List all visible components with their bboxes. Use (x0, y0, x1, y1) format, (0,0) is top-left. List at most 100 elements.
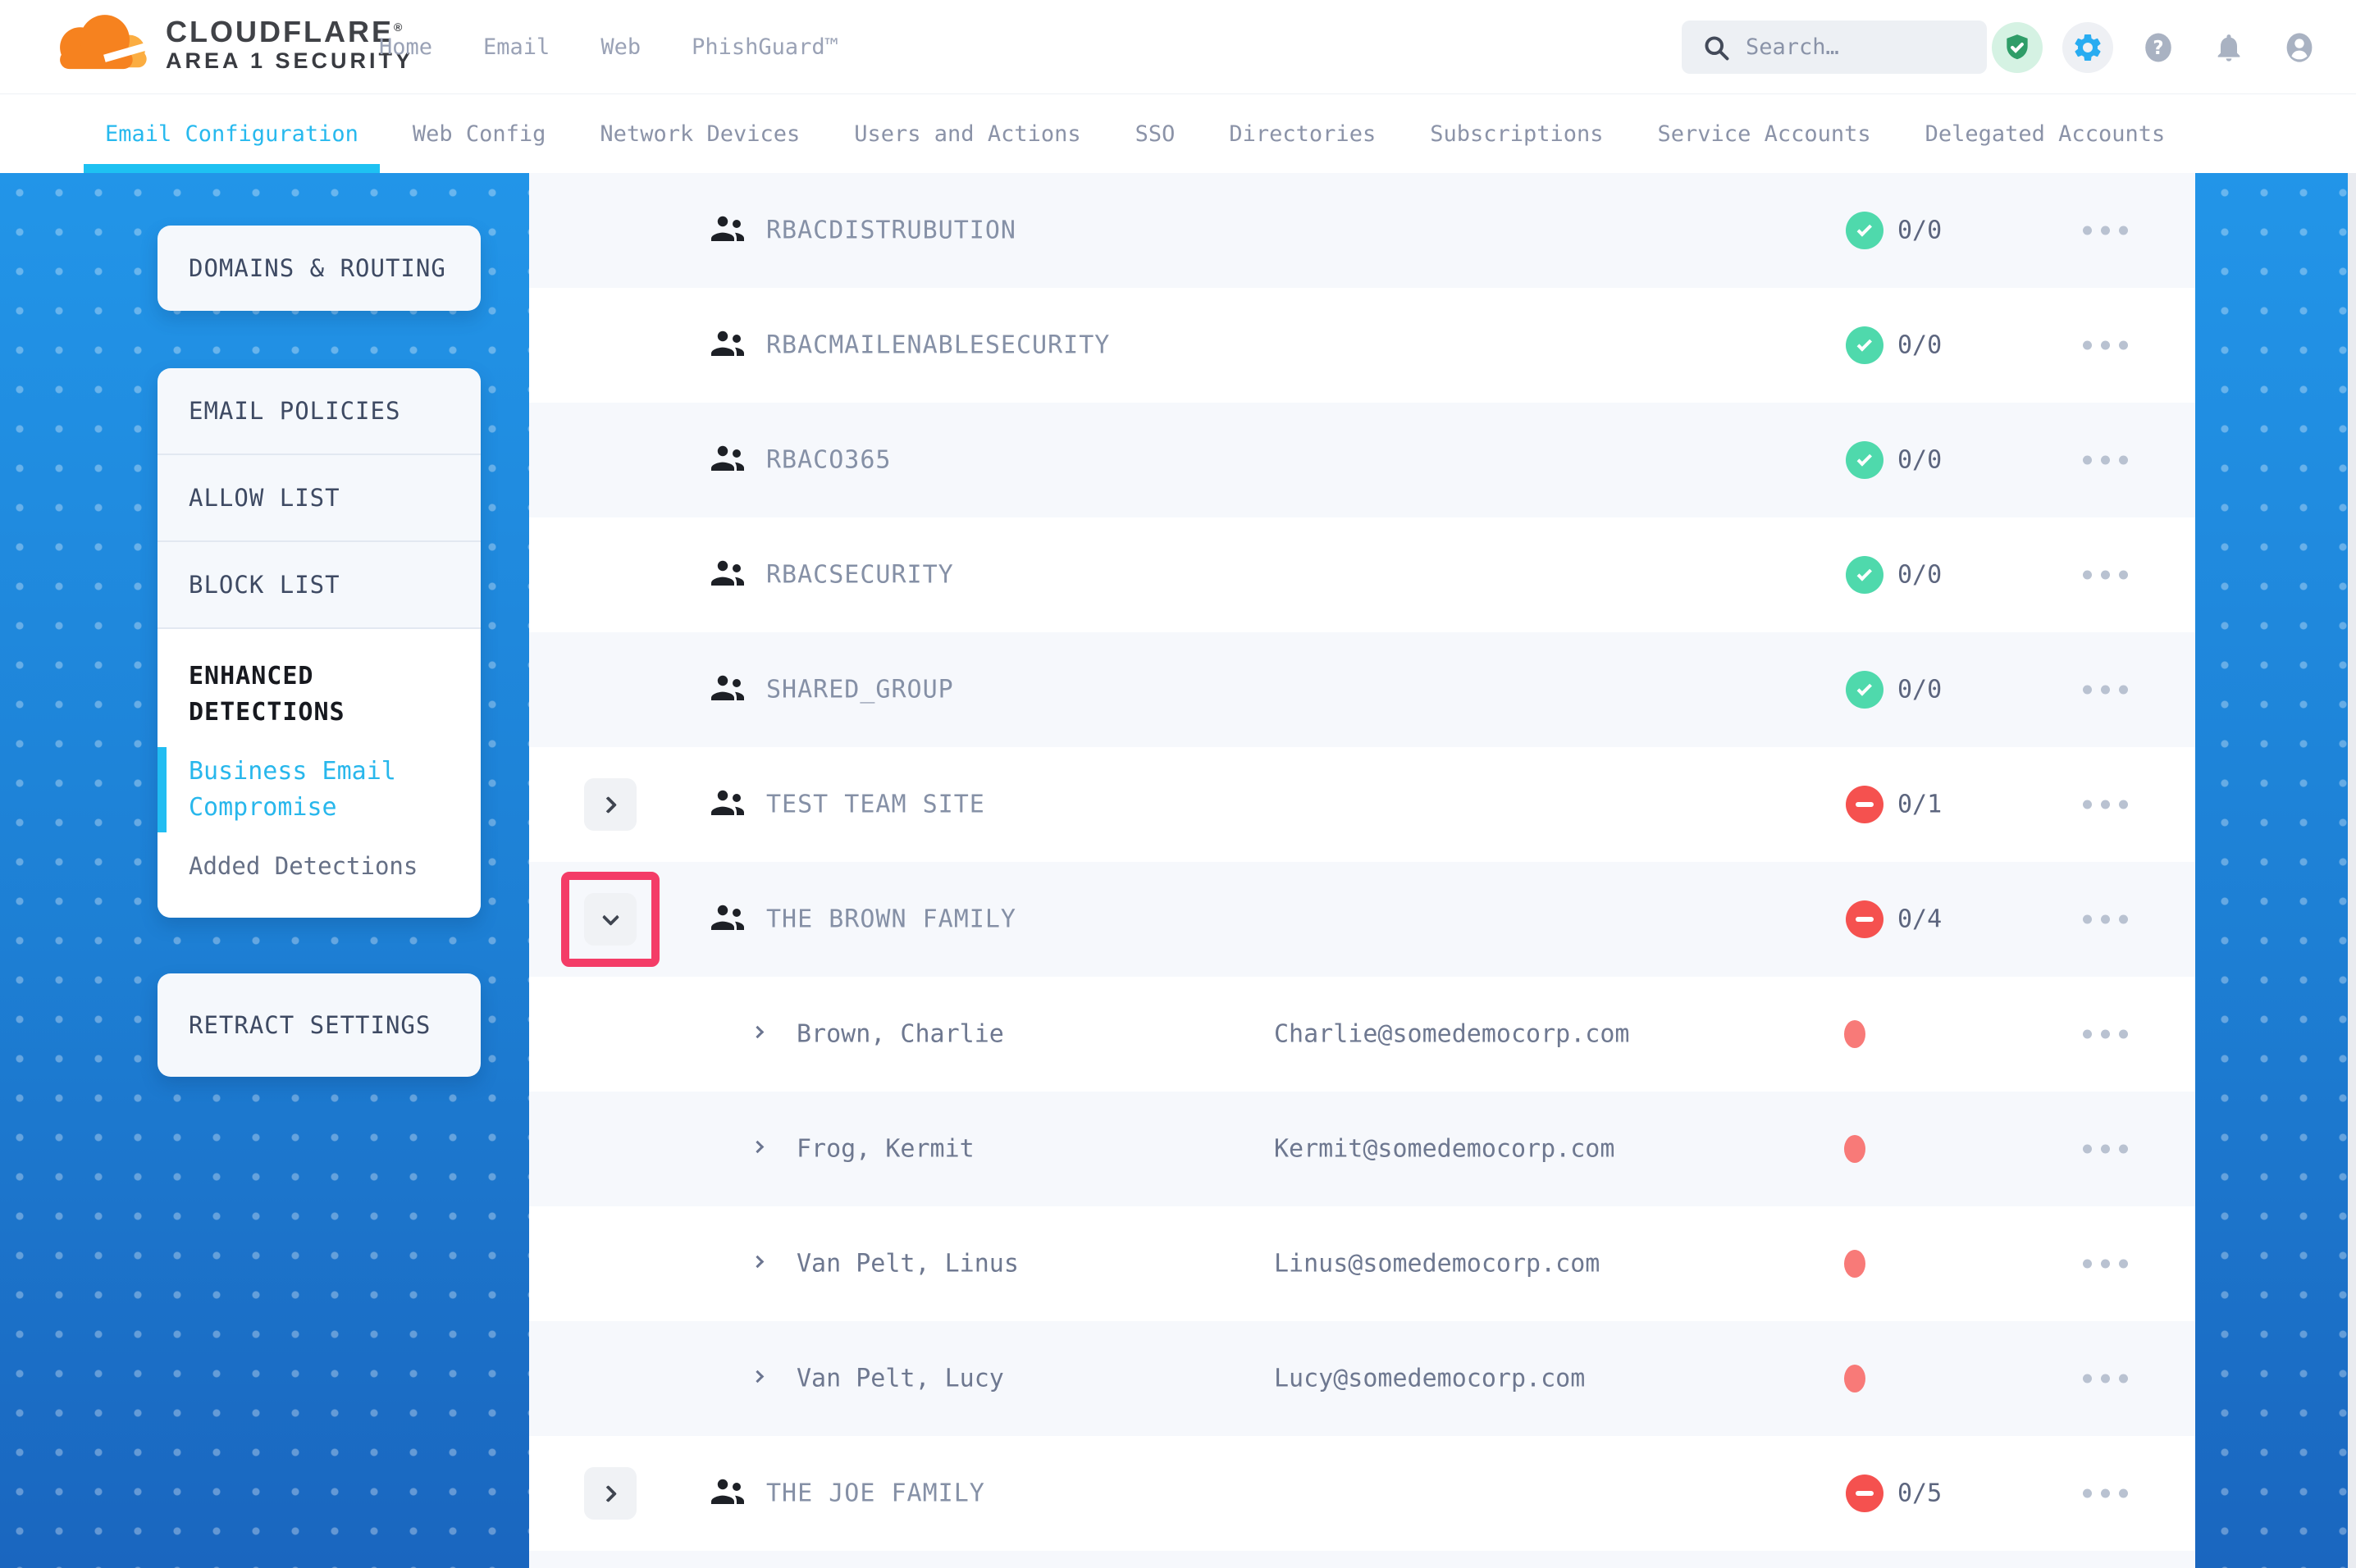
ellipsis-dot (2083, 1260, 2092, 1269)
group-name: SHARED_GROUP (766, 676, 954, 704)
nav-item-email[interactable]: Email (483, 34, 550, 60)
cloudflare-logo: CLOUDFLARE® AREA 1 SECURITY (48, 10, 413, 79)
sidebar-item-domains-routing[interactable]: DOMAINS & ROUTING (158, 226, 481, 311)
sidebar-item-added-detections[interactable]: Added Detections (189, 852, 450, 880)
check-icon (1856, 681, 1871, 695)
ellipsis-dot (2101, 1374, 2110, 1383)
member-count: 0/0 (1897, 331, 1942, 360)
config-tabbar: Email Configuration Web Config Network Dev… (0, 94, 2356, 173)
group-name: TEST TEAM SITE (766, 791, 985, 819)
row-actions-ellipsis[interactable] (2080, 1137, 2131, 1162)
minus-icon (1856, 1491, 1874, 1496)
row-actions-ellipsis[interactable] (2080, 218, 2131, 244)
status-blocked-badge (1846, 1475, 1883, 1512)
row-actions-ellipsis[interactable] (2080, 792, 2131, 818)
row-actions-ellipsis[interactable] (2080, 1251, 2131, 1277)
groups-table: RBACDISTRUBUTION0/0RBACMAILENABLESECURIT… (529, 173, 2195, 1568)
chevron-right-icon[interactable] (751, 1370, 765, 1383)
tab-users-and-actions[interactable]: Users and Actions (854, 94, 1080, 173)
account-icon[interactable] (2274, 22, 2325, 73)
tab-network-devices[interactable]: Network Devices (600, 94, 800, 173)
row-actions-ellipsis[interactable] (2080, 1366, 2131, 1392)
ellipsis-dot (2083, 341, 2092, 350)
member-count: 0/0 (1897, 446, 1942, 475)
status-dot (1844, 1365, 1865, 1393)
row-actions-ellipsis[interactable] (2080, 907, 2131, 932)
group-people-icon (710, 556, 749, 592)
security-shield-icon[interactable] (1992, 22, 2043, 73)
settings-gear-icon[interactable] (2062, 22, 2113, 73)
tab-email-configuration[interactable]: Email Configuration (105, 94, 358, 173)
sidebar-item-label: RETRACT SETTINGS (189, 1011, 431, 1039)
member-count: 0/0 (1897, 217, 1942, 245)
ellipsis-dot (2119, 915, 2128, 924)
tab-directories[interactable]: Directories (1229, 94, 1376, 173)
scrollbar[interactable] (2348, 173, 2356, 1568)
row-actions-ellipsis[interactable] (2080, 448, 2131, 473)
expand-group-button[interactable] (584, 1467, 637, 1520)
row-actions-ellipsis[interactable] (2080, 1022, 2131, 1047)
ellipsis-dot (2119, 1145, 2128, 1154)
ellipsis-dot (2083, 571, 2092, 580)
tab-delegated-accounts[interactable]: Delegated Accounts (1925, 94, 2166, 173)
group-people-icon (710, 441, 749, 477)
logo-name: CLOUDFLARE® (166, 16, 413, 48)
ellipsis-dot (2119, 1030, 2128, 1039)
chevron-right-icon[interactable] (751, 1256, 765, 1269)
group-row: THE JOE FAMILY0/5 (529, 1436, 2195, 1551)
row-actions-ellipsis[interactable] (2080, 677, 2131, 703)
tab-web-config[interactable]: Web Config (413, 94, 546, 173)
help-icon[interactable]: ? (2133, 22, 2184, 73)
row-actions-ellipsis[interactable] (2080, 333, 2131, 358)
nav-item-web[interactable]: Web (600, 34, 641, 60)
member-name: Brown, Charlie (797, 1020, 1004, 1049)
status-check-badge (1846, 326, 1883, 364)
ellipsis-dot (2101, 456, 2110, 465)
member-count: 0/0 (1897, 561, 1942, 590)
tab-subscriptions[interactable]: Subscriptions (1430, 94, 1603, 173)
ellipsis-dot (2101, 226, 2110, 235)
ellipsis-dot (2083, 800, 2092, 809)
nav-item-home[interactable]: Home (379, 34, 432, 60)
nav-item-phishguard[interactable]: PhishGuard™ (692, 34, 838, 60)
row-actions-ellipsis[interactable] (2080, 1481, 2131, 1506)
search-box[interactable] (1682, 21, 1987, 74)
member-email: Charlie@somedemocorp.com (1274, 1020, 1629, 1049)
ellipsis-dot (2101, 571, 2110, 580)
status-blocked-badge (1846, 900, 1883, 938)
member-count: 0/1 (1897, 791, 1942, 819)
expand-group-button[interactable] (584, 778, 637, 831)
member-count: 0/4 (1897, 905, 1942, 934)
notifications-bell-icon[interactable] (2203, 22, 2254, 73)
ellipsis-dot (2083, 686, 2092, 695)
sidebar-item-block-list[interactable]: BLOCK LIST (158, 542, 481, 629)
sidebar-item-retract-settings[interactable]: RETRACT SETTINGS (158, 973, 481, 1077)
tab-sso[interactable]: SSO (1135, 94, 1176, 173)
tab-service-accounts[interactable]: Service Accounts (1658, 94, 1871, 173)
row-actions-ellipsis[interactable] (2080, 563, 2131, 588)
search-input[interactable] (1746, 34, 1943, 60)
chevron-right-icon[interactable] (751, 1141, 765, 1154)
ellipsis-dot (2101, 1260, 2110, 1269)
status-check-badge (1846, 556, 1883, 594)
logo-text: CLOUDFLARE® AREA 1 SECURITY (166, 16, 413, 74)
member-row: Van Pelt, Lucy Lucy@somedemocorp.com (529, 1321, 2195, 1436)
ellipsis-dot (2101, 915, 2110, 924)
sidebar-item-business-email-compromise[interactable]: Business Email Compromise (189, 754, 450, 826)
sidebar-policies-card: EMAIL POLICIES ALLOW LIST BLOCK LIST ENH… (158, 368, 481, 918)
group-row: RBACO3650/0 (529, 403, 2195, 517)
enhanced-detections-heading: ENHANCED DETECTIONS (189, 659, 450, 731)
ellipsis-dot (2119, 800, 2128, 809)
check-icon (1856, 566, 1871, 581)
sidebar-item-allow-list[interactable]: ALLOW LIST (158, 455, 481, 542)
ellipsis-dot (2119, 686, 2128, 695)
cloudflare-cloud-icon (48, 10, 156, 79)
chevron-right-icon[interactable] (751, 1026, 765, 1039)
group-people-icon (710, 212, 749, 248)
check-icon (1856, 221, 1871, 236)
member-name: Van Pelt, Lucy (797, 1365, 1004, 1393)
sidebar-item-email-policies[interactable]: EMAIL POLICIES (158, 368, 481, 455)
member-email: Linus@somedemocorp.com (1274, 1250, 1600, 1279)
sidebar-enhanced-detections-section: ENHANCED DETECTIONS Business Email Compr… (158, 629, 481, 918)
member-email: Lucy@somedemocorp.com (1274, 1365, 1585, 1393)
